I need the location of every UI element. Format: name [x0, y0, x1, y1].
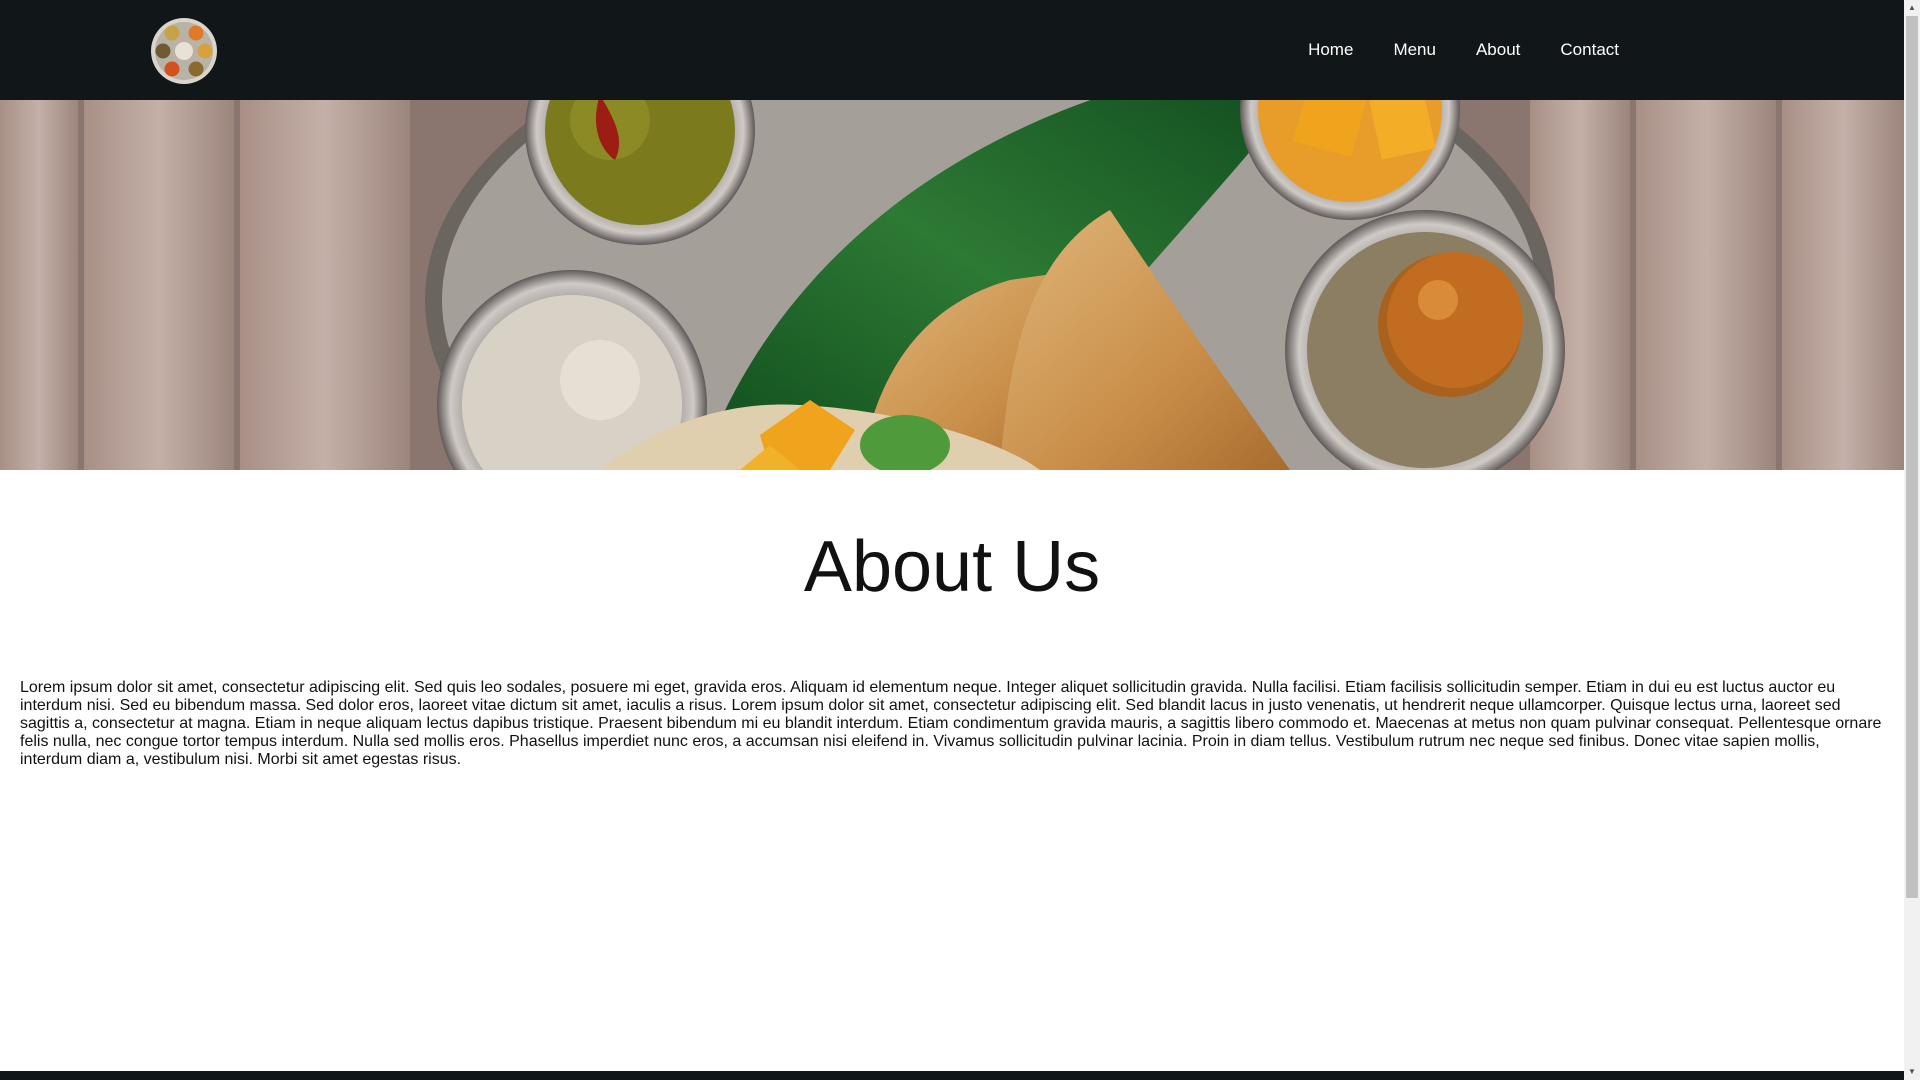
nav-menu-link[interactable]: Menu: [1393, 40, 1436, 60]
nav-about-link[interactable]: About: [1476, 40, 1520, 60]
nav-contact-link[interactable]: Contact: [1560, 40, 1619, 60]
nav-home-link[interactable]: Home: [1308, 40, 1353, 60]
top-navbar: Home Menu About Contact: [0, 0, 1904, 100]
scrollbar-thumb[interactable]: [1906, 16, 1918, 898]
main-nav: Home Menu About Contact: [1308, 0, 1619, 100]
scroll-up-arrow-icon[interactable]: ▲: [1904, 0, 1920, 16]
thali-plate-logo-icon[interactable]: [150, 17, 218, 85]
page-title: About Us: [803, 527, 1101, 607]
vertical-scrollbar[interactable]: ▲ ▼: [1904, 0, 1920, 1080]
hero-food-banner-image: [0, 100, 1904, 470]
scroll-down-arrow-icon[interactable]: ▼: [1904, 1064, 1920, 1080]
footer-bar: [0, 1071, 1904, 1080]
about-paragraph: Lorem ipsum dolor sit amet, consectetur …: [20, 679, 1882, 768]
